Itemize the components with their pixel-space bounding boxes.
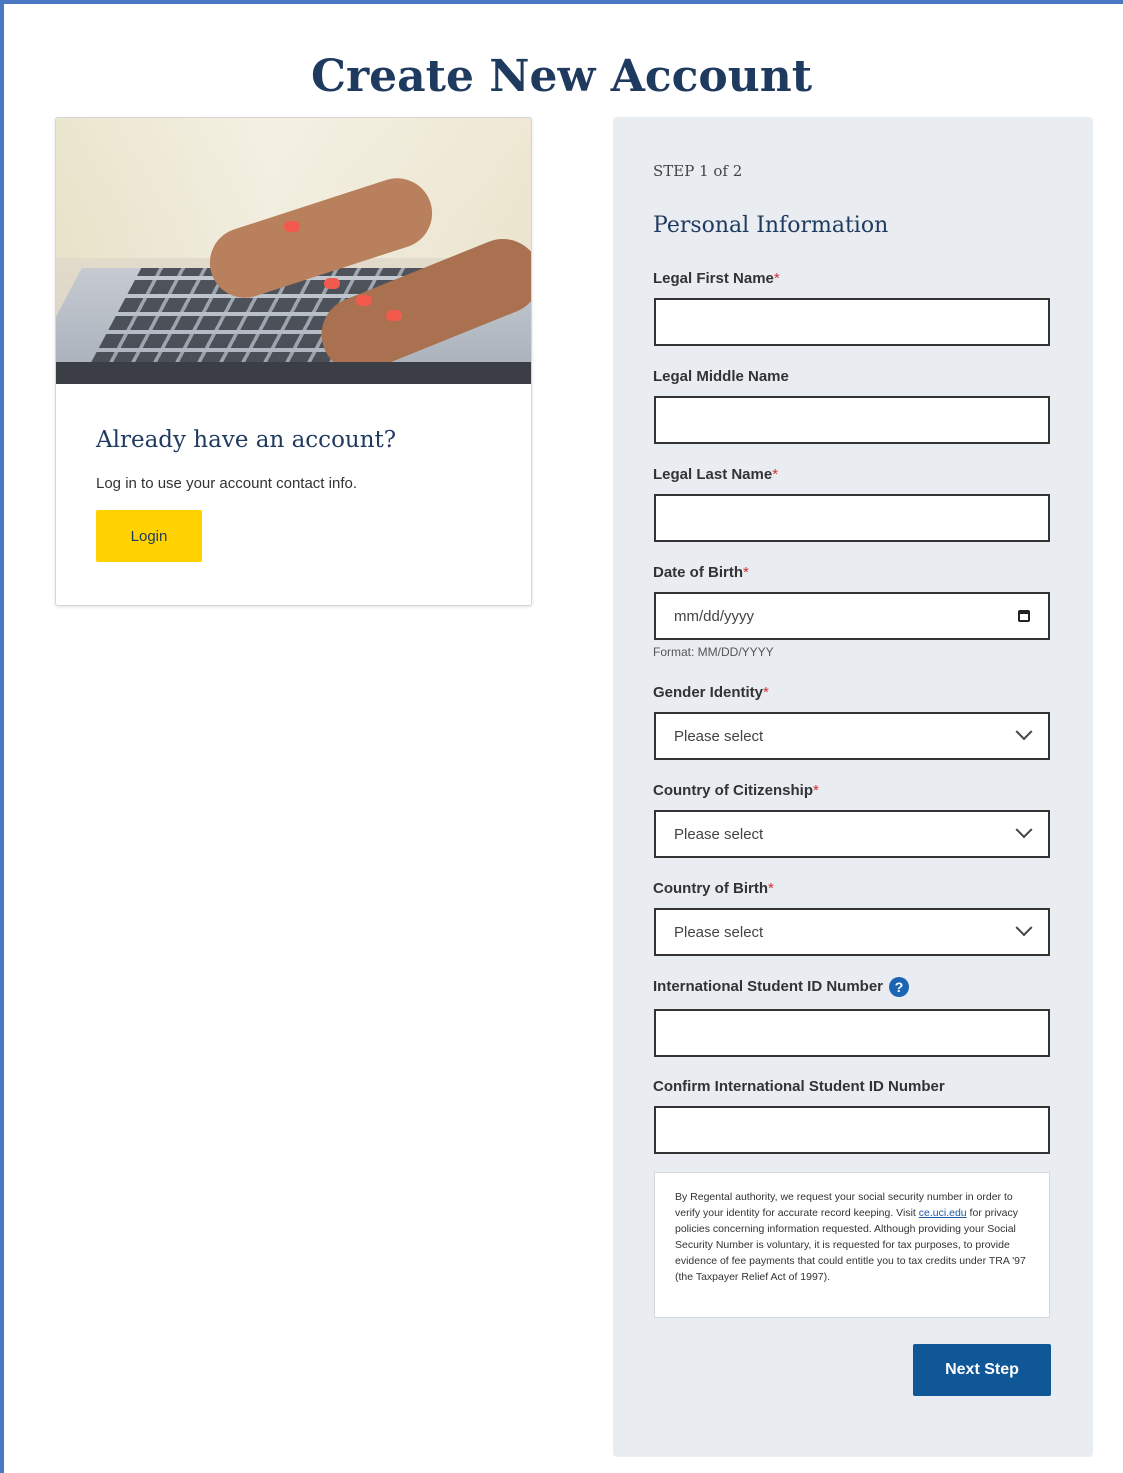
login-card: Already have an account? Log in to use y… — [55, 117, 532, 606]
gender-select[interactable]: Please select — [654, 712, 1050, 760]
chevron-down-icon — [1015, 723, 1033, 741]
ssn-disclaimer: By Regental authority, we request your s… — [654, 1172, 1050, 1318]
chevron-down-icon — [1015, 919, 1033, 937]
required-mark: * — [767, 880, 774, 897]
birth-country-label: Country of Birth* — [653, 880, 774, 897]
login-description: Log in to use your account contact info. — [96, 475, 357, 492]
dob-label: Date of Birth* — [653, 564, 749, 581]
step-indicator: STEP 1 of 2 — [653, 162, 743, 180]
middle-name-label: Legal Middle Name — [653, 368, 789, 385]
calendar-icon[interactable] — [1018, 610, 1030, 622]
section-title: Personal Information — [653, 213, 889, 238]
privacy-policy-link[interactable]: ce.uci.edu — [919, 1207, 967, 1219]
required-mark: * — [763, 684, 769, 701]
first-name-input[interactable] — [654, 298, 1050, 346]
required-mark: * — [773, 270, 780, 287]
intl-id-input[interactable] — [654, 1009, 1050, 1057]
gender-label: Gender Identity* — [653, 684, 769, 701]
login-button[interactable]: Login — [96, 510, 202, 562]
middle-name-input[interactable] — [654, 396, 1050, 444]
first-name-label: Legal First Name* — [653, 270, 780, 287]
last-name-label: Legal Last Name* — [653, 466, 779, 483]
question-circle-icon[interactable]: ? — [889, 977, 910, 997]
required-mark: * — [743, 564, 749, 581]
login-heading: Already have an account? — [96, 427, 397, 453]
dob-format-hint: Format: MM/DD/YYYY — [653, 645, 774, 659]
confirm-intl-id-input[interactable] — [654, 1106, 1050, 1154]
required-mark: * — [772, 466, 779, 483]
required-mark: * — [813, 782, 819, 799]
citizenship-selected-value: Please select — [674, 825, 764, 843]
gender-selected-value: Please select — [674, 727, 764, 745]
laptop-typing-photo — [56, 118, 531, 384]
registration-form-panel: STEP 1 of 2 Personal Information Legal F… — [613, 117, 1093, 1457]
citizenship-select[interactable]: Please select — [654, 810, 1050, 858]
citizenship-label: Country of Citizenship* — [653, 782, 819, 799]
next-step-button[interactable]: Next Step — [913, 1344, 1051, 1396]
date-placeholder: mm/dd/yyyy — [674, 607, 755, 625]
birth-country-select[interactable]: Please select — [654, 908, 1050, 956]
confirm-intl-id-label: Confirm International Student ID Number — [653, 1078, 945, 1095]
date-of-birth-input[interactable]: mm/dd/yyyy — [654, 592, 1050, 640]
last-name-input[interactable] — [654, 494, 1050, 542]
chevron-down-icon — [1015, 821, 1033, 839]
intl-id-label: International Student ID Number? — [653, 977, 910, 997]
birth-country-selected-value: Please select — [674, 923, 764, 941]
page-title: Create New Account — [310, 51, 813, 103]
